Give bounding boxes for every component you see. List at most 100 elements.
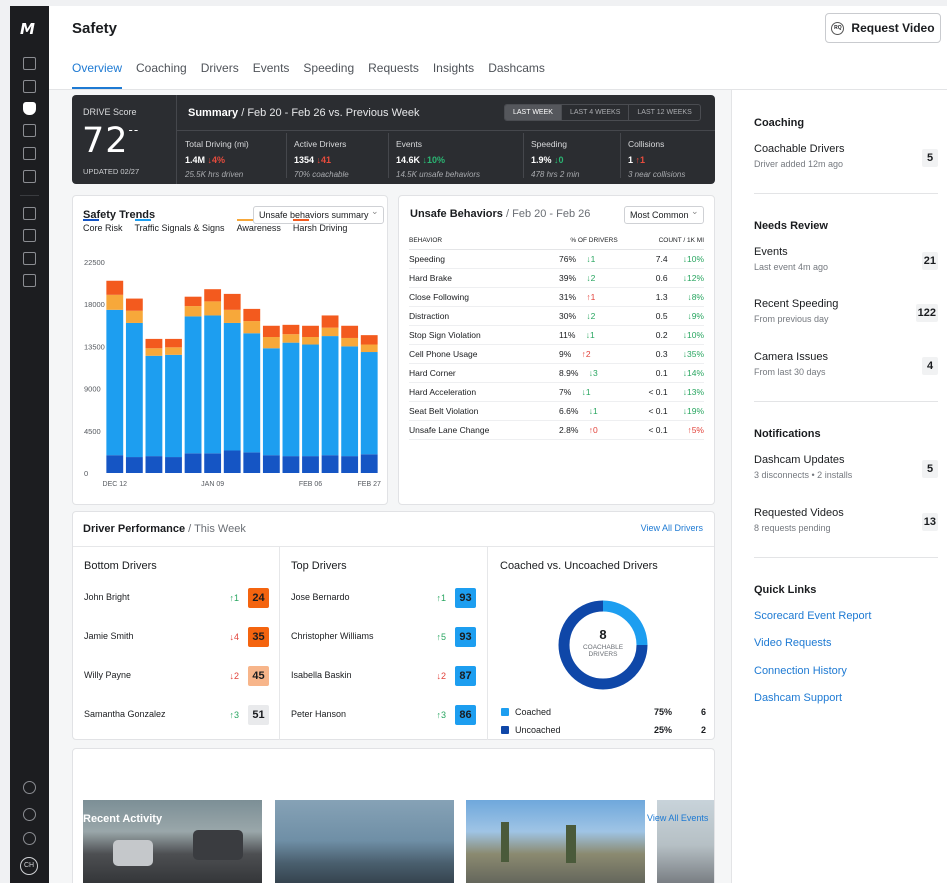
bar-segment[interactable] bbox=[145, 456, 163, 473]
bell-icon[interactable] bbox=[23, 832, 36, 845]
legend-item[interactable]: Core Risk bbox=[83, 219, 123, 233]
view-all-events-link[interactable]: View All Events bbox=[647, 813, 708, 823]
requested-videos-item[interactable]: Requested Videos 8 requests pending 13 bbox=[754, 507, 938, 533]
bar-segment[interactable] bbox=[125, 457, 143, 473]
wrench-icon[interactable] bbox=[23, 147, 36, 160]
dashcam-updates-item[interactable]: Dashcam Updates 3 disconnects • 2 instal… bbox=[754, 454, 938, 480]
bar-segment[interactable] bbox=[360, 344, 378, 353]
view-all-drivers-link[interactable]: View All Drivers bbox=[641, 523, 703, 533]
bar-segment[interactable] bbox=[184, 306, 202, 317]
bar-segment[interactable] bbox=[106, 455, 124, 473]
bar-segment[interactable] bbox=[223, 450, 241, 473]
bar-segment[interactable] bbox=[243, 452, 261, 473]
bar-segment[interactable] bbox=[106, 294, 124, 310]
review-camera-item[interactable]: Camera Issues From last 30 days 4 bbox=[754, 351, 938, 377]
period-last-4-weeks[interactable]: LAST 4 WEEKS bbox=[560, 105, 628, 120]
behavior-row[interactable]: Close Following 31% ↑1 1.3 ↓8% bbox=[409, 287, 704, 307]
behavior-row[interactable]: Cell Phone Usage 9% ↑2 0.3 ↓35% bbox=[409, 344, 704, 364]
driver-row[interactable]: Christopher Williams ↑5 93 bbox=[291, 627, 476, 647]
tab-insights[interactable]: Insights bbox=[433, 61, 474, 89]
event-thumbnail[interactable] bbox=[275, 800, 454, 883]
bar-segment[interactable] bbox=[360, 335, 378, 345]
bar-segment[interactable] bbox=[321, 327, 339, 337]
driver-row[interactable]: Jose Bernardo ↑1 93 bbox=[291, 588, 476, 608]
driver-row[interactable]: Samantha Gonzalez ↑3 51 bbox=[84, 705, 269, 725]
bar-segment[interactable] bbox=[165, 354, 182, 458]
bar-segment[interactable] bbox=[184, 316, 202, 454]
bar-segment[interactable] bbox=[243, 333, 261, 453]
behavior-row[interactable]: Hard Acceleration 7% ↓1 < 0.1 ↓13% bbox=[409, 382, 704, 402]
bar-segment[interactable] bbox=[243, 308, 261, 322]
bar-segment[interactable] bbox=[282, 334, 300, 343]
bar-segment[interactable] bbox=[223, 293, 241, 310]
bag-icon[interactable] bbox=[23, 274, 36, 287]
link-scorecard-event-report[interactable]: Scorecard Event Report bbox=[754, 610, 871, 622]
request-video-button[interactable]: RQ Request Video bbox=[825, 13, 941, 43]
bar-segment[interactable] bbox=[145, 338, 163, 349]
bar-segment[interactable] bbox=[184, 296, 202, 307]
bar-segment[interactable] bbox=[145, 348, 163, 356]
bar-segment[interactable] bbox=[282, 456, 300, 473]
bar-segment[interactable] bbox=[145, 355, 163, 457]
col-behavior[interactable]: BEHAVIOR bbox=[409, 237, 559, 250]
bar-segment[interactable] bbox=[223, 322, 241, 451]
legend-item[interactable]: Harsh Driving bbox=[292, 219, 347, 233]
tab-requests[interactable]: Requests bbox=[368, 61, 419, 89]
bar-segment[interactable] bbox=[125, 298, 143, 311]
col-pct-drivers[interactable]: % OF DRIVERS bbox=[559, 237, 629, 250]
chart-icon[interactable] bbox=[23, 252, 36, 265]
users-settings-icon[interactable] bbox=[23, 781, 36, 794]
bar-segment[interactable] bbox=[125, 310, 143, 323]
behavior-row[interactable]: Speeding 76% ↓1 7.4 ↓10% bbox=[409, 249, 704, 269]
bar-segment[interactable] bbox=[106, 309, 124, 456]
help-icon[interactable] bbox=[23, 808, 36, 821]
driver-row[interactable]: Isabella Baskin ↓2 87 bbox=[291, 666, 476, 686]
bar-segment[interactable] bbox=[321, 315, 339, 328]
shield-icon[interactable] bbox=[23, 102, 36, 115]
bar-segment[interactable] bbox=[165, 457, 182, 473]
document-icon[interactable] bbox=[23, 80, 36, 93]
bar-segment[interactable] bbox=[184, 453, 202, 473]
driver-row[interactable]: Willy Payne ↓2 45 bbox=[84, 666, 269, 686]
coachable-drivers-item[interactable]: Coachable Drivers Driver added 12m ago 5 bbox=[754, 143, 938, 169]
bar-segment[interactable] bbox=[360, 454, 378, 473]
bar-segment[interactable] bbox=[282, 342, 300, 457]
driver-row[interactable]: Jamie Smith ↓4 35 bbox=[84, 627, 269, 647]
tab-speeding[interactable]: Speeding bbox=[303, 61, 354, 89]
bar-segment[interactable] bbox=[262, 455, 280, 473]
bar-segment[interactable] bbox=[341, 337, 359, 347]
bar-segment[interactable] bbox=[204, 301, 222, 316]
bar-segment[interactable] bbox=[165, 338, 182, 348]
bar-segment[interactable] bbox=[341, 346, 359, 457]
tab-coaching[interactable]: Coaching bbox=[136, 61, 187, 89]
fuel-icon[interactable] bbox=[23, 124, 36, 137]
event-thumbnail[interactable] bbox=[466, 800, 645, 883]
bar-segment[interactable] bbox=[262, 325, 280, 338]
sort-select[interactable]: Most Common bbox=[624, 206, 704, 224]
tab-events[interactable]: Events bbox=[253, 61, 290, 89]
behavior-row[interactable]: Unsafe Lane Change 2.8% ↑0 < 0.1 ↑5% bbox=[409, 420, 704, 440]
messages-icon[interactable] bbox=[23, 207, 36, 220]
bar-segment[interactable] bbox=[262, 348, 280, 456]
bar-segment[interactable] bbox=[204, 453, 222, 473]
tab-dashcams[interactable]: Dashcams bbox=[488, 61, 545, 89]
tab-overview[interactable]: Overview bbox=[72, 61, 123, 89]
bar-segment[interactable] bbox=[243, 321, 261, 334]
avatar[interactable]: CH bbox=[20, 857, 38, 875]
link-connection-history[interactable]: Connection History bbox=[754, 665, 847, 677]
bar-segment[interactable] bbox=[223, 309, 241, 323]
tab-drivers[interactable]: Drivers bbox=[201, 61, 239, 89]
bar-segment[interactable] bbox=[302, 325, 319, 338]
legend-item[interactable]: Traffic Signals & Signs bbox=[134, 219, 225, 233]
driver-row[interactable]: John Bright ↑1 24 bbox=[84, 588, 269, 608]
bar-segment[interactable] bbox=[106, 280, 124, 295]
behavior-row[interactable]: Stop Sign Violation 11% ↓1 0.2 ↓10% bbox=[409, 325, 704, 345]
driver-row[interactable]: Peter Hanson ↑3 86 bbox=[291, 705, 476, 725]
col-count[interactable]: COUNT / 1K MI bbox=[629, 237, 704, 250]
map-icon[interactable] bbox=[23, 57, 36, 70]
bar-segment[interactable] bbox=[204, 315, 222, 454]
behavior-row[interactable]: Hard Brake 39% ↓2 0.6 ↓12% bbox=[409, 268, 704, 288]
review-events-item[interactable]: Events Last event 4m ago 21 bbox=[754, 246, 938, 272]
behavior-row[interactable]: Seat Belt Violation 6.6% ↓1 < 0.1 ↓19% bbox=[409, 401, 704, 421]
bar-segment[interactable] bbox=[302, 337, 319, 345]
